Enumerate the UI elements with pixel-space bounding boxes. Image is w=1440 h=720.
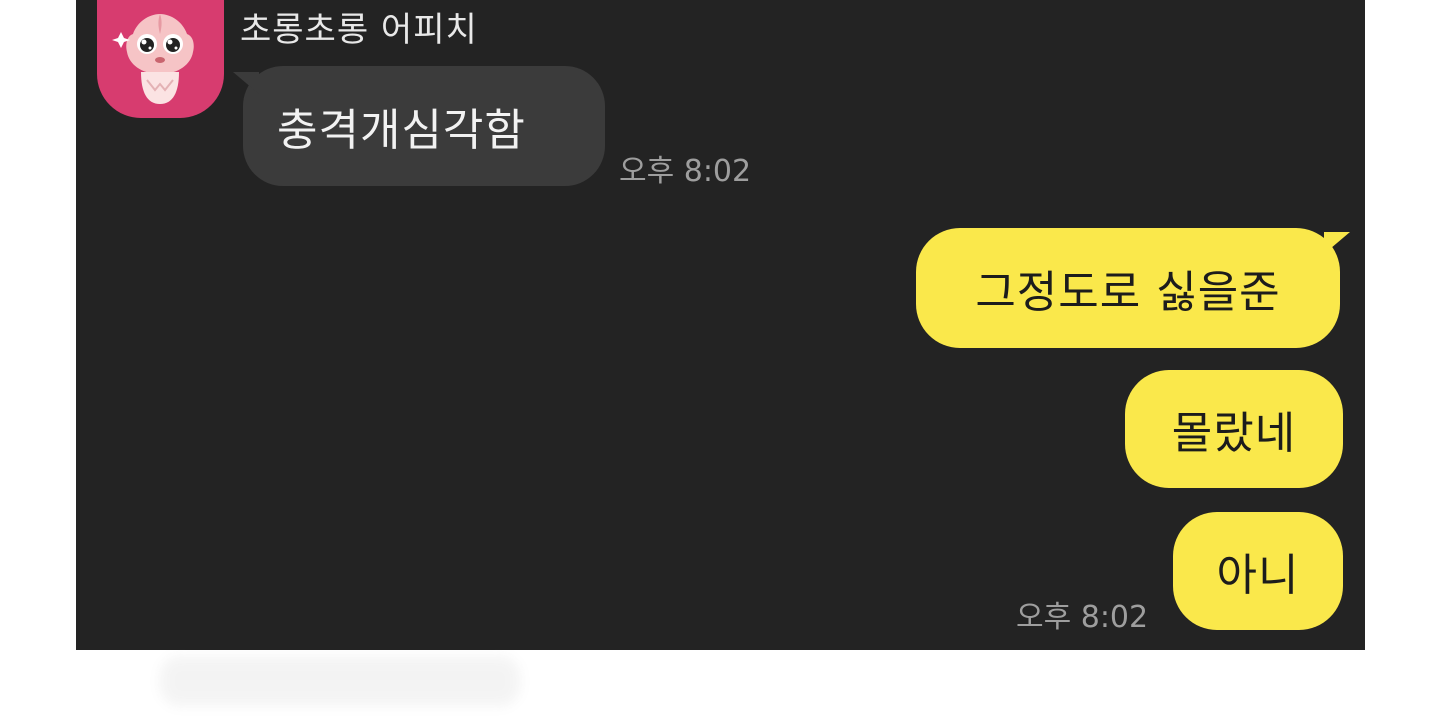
blurred-caption: [160, 656, 520, 706]
outgoing-message-bubble[interactable]: 그정도로 싫을준: [916, 228, 1350, 348]
outgoing-message-text: 아니: [1216, 550, 1300, 601]
chat-panel: 초롱초롱 어피치 충격개심각함 오후 8:02 그정도로 싫을준 몰랐네 아니 …: [76, 0, 1365, 650]
sender-name: 초롱초롱 어피치: [240, 10, 478, 50]
outgoing-message-bubble[interactable]: 아니: [1173, 512, 1343, 630]
incoming-message-bubble[interactable]: 충격개심각함: [233, 66, 605, 186]
outgoing-message-bubble[interactable]: 몰랐네: [1125, 370, 1343, 488]
sender-avatar[interactable]: [97, 0, 224, 118]
apeach-crying-icon: [112, 14, 194, 104]
incoming-message-text: 충격개심각함: [277, 105, 526, 156]
outgoing-message-text: 그정도로 싫을준: [975, 267, 1281, 318]
outgoing-message-time: 오후 8:02: [1016, 600, 1149, 635]
incoming-message-time: 오후 8:02: [619, 154, 752, 189]
outgoing-message-text: 몰랐네: [1171, 408, 1297, 459]
